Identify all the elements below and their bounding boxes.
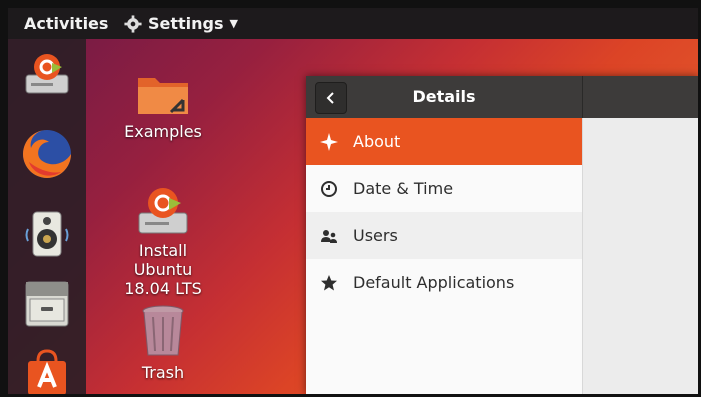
caret-down-icon: ▼: [229, 17, 238, 30]
firefox-icon: [23, 130, 71, 178]
activities-button[interactable]: Activities: [24, 14, 108, 33]
desktop-icon-install-ubuntu[interactable]: Install Ubuntu 18.04 LTS: [118, 166, 208, 317]
sidebar-item-label: Default Applications: [353, 273, 515, 292]
desktop-icon-label: Install Ubuntu 18.04 LTS: [124, 241, 202, 298]
star-icon: [319, 273, 339, 293]
install-ubuntu-icon: [138, 188, 188, 234]
trash-icon: [142, 305, 184, 356]
app-menu-label: Settings: [148, 14, 224, 33]
sidebar-item-users[interactable]: Users: [306, 212, 582, 259]
sidebar-item-default-applications[interactable]: Default Applications: [306, 259, 582, 306]
headerbar-divider: [582, 76, 583, 118]
dock-files[interactable]: [19, 277, 75, 331]
desktop-icon-examples[interactable]: Examples: [118, 70, 208, 141]
sidebar-item-about[interactable]: About: [306, 118, 582, 165]
clock-icon: [319, 179, 339, 199]
window-headerbar: Details: [306, 76, 698, 119]
chevron-left-icon: [326, 92, 334, 104]
sidebar-item-date-time[interactable]: Date & Time: [306, 165, 582, 212]
users-icon: [319, 226, 339, 246]
rhythmbox-icon: [25, 211, 69, 257]
dock: [8, 39, 86, 394]
install-ubuntu-icon: [25, 54, 69, 94]
sparkle-icon: [319, 132, 339, 152]
files-icon: [25, 281, 69, 327]
desktop-icon-trash[interactable]: Trash: [118, 303, 208, 382]
desktop-icon-label: Trash: [141, 363, 185, 382]
sidebar-item-label: Date & Time: [353, 179, 454, 198]
details-content-pane: [583, 118, 698, 394]
dock-software[interactable]: [19, 345, 75, 394]
dock-install-ubuntu[interactable]: [19, 47, 75, 101]
back-button[interactable]: [315, 82, 347, 114]
window-title: Details: [412, 87, 476, 106]
desktop-icon-label: Examples: [124, 122, 202, 141]
folder-icon: [138, 78, 188, 114]
settings-sidebar: About Date & Time Users Default Applicat…: [306, 118, 583, 394]
app-menu-button[interactable]: Settings ▼: [124, 14, 238, 33]
settings-gear-icon: [124, 14, 142, 33]
dock-firefox[interactable]: [19, 127, 75, 181]
top-bar: Activities Settings ▼: [8, 8, 698, 39]
software-icon: [28, 349, 66, 394]
dock-rhythmbox[interactable]: [19, 207, 75, 261]
screen: Activities Settings ▼ Examples Install U…: [8, 8, 698, 394]
settings-window: Details About Date & Time Users Default …: [306, 76, 698, 394]
sidebar-item-label: Users: [353, 226, 398, 245]
sidebar-item-label: About: [353, 132, 401, 151]
